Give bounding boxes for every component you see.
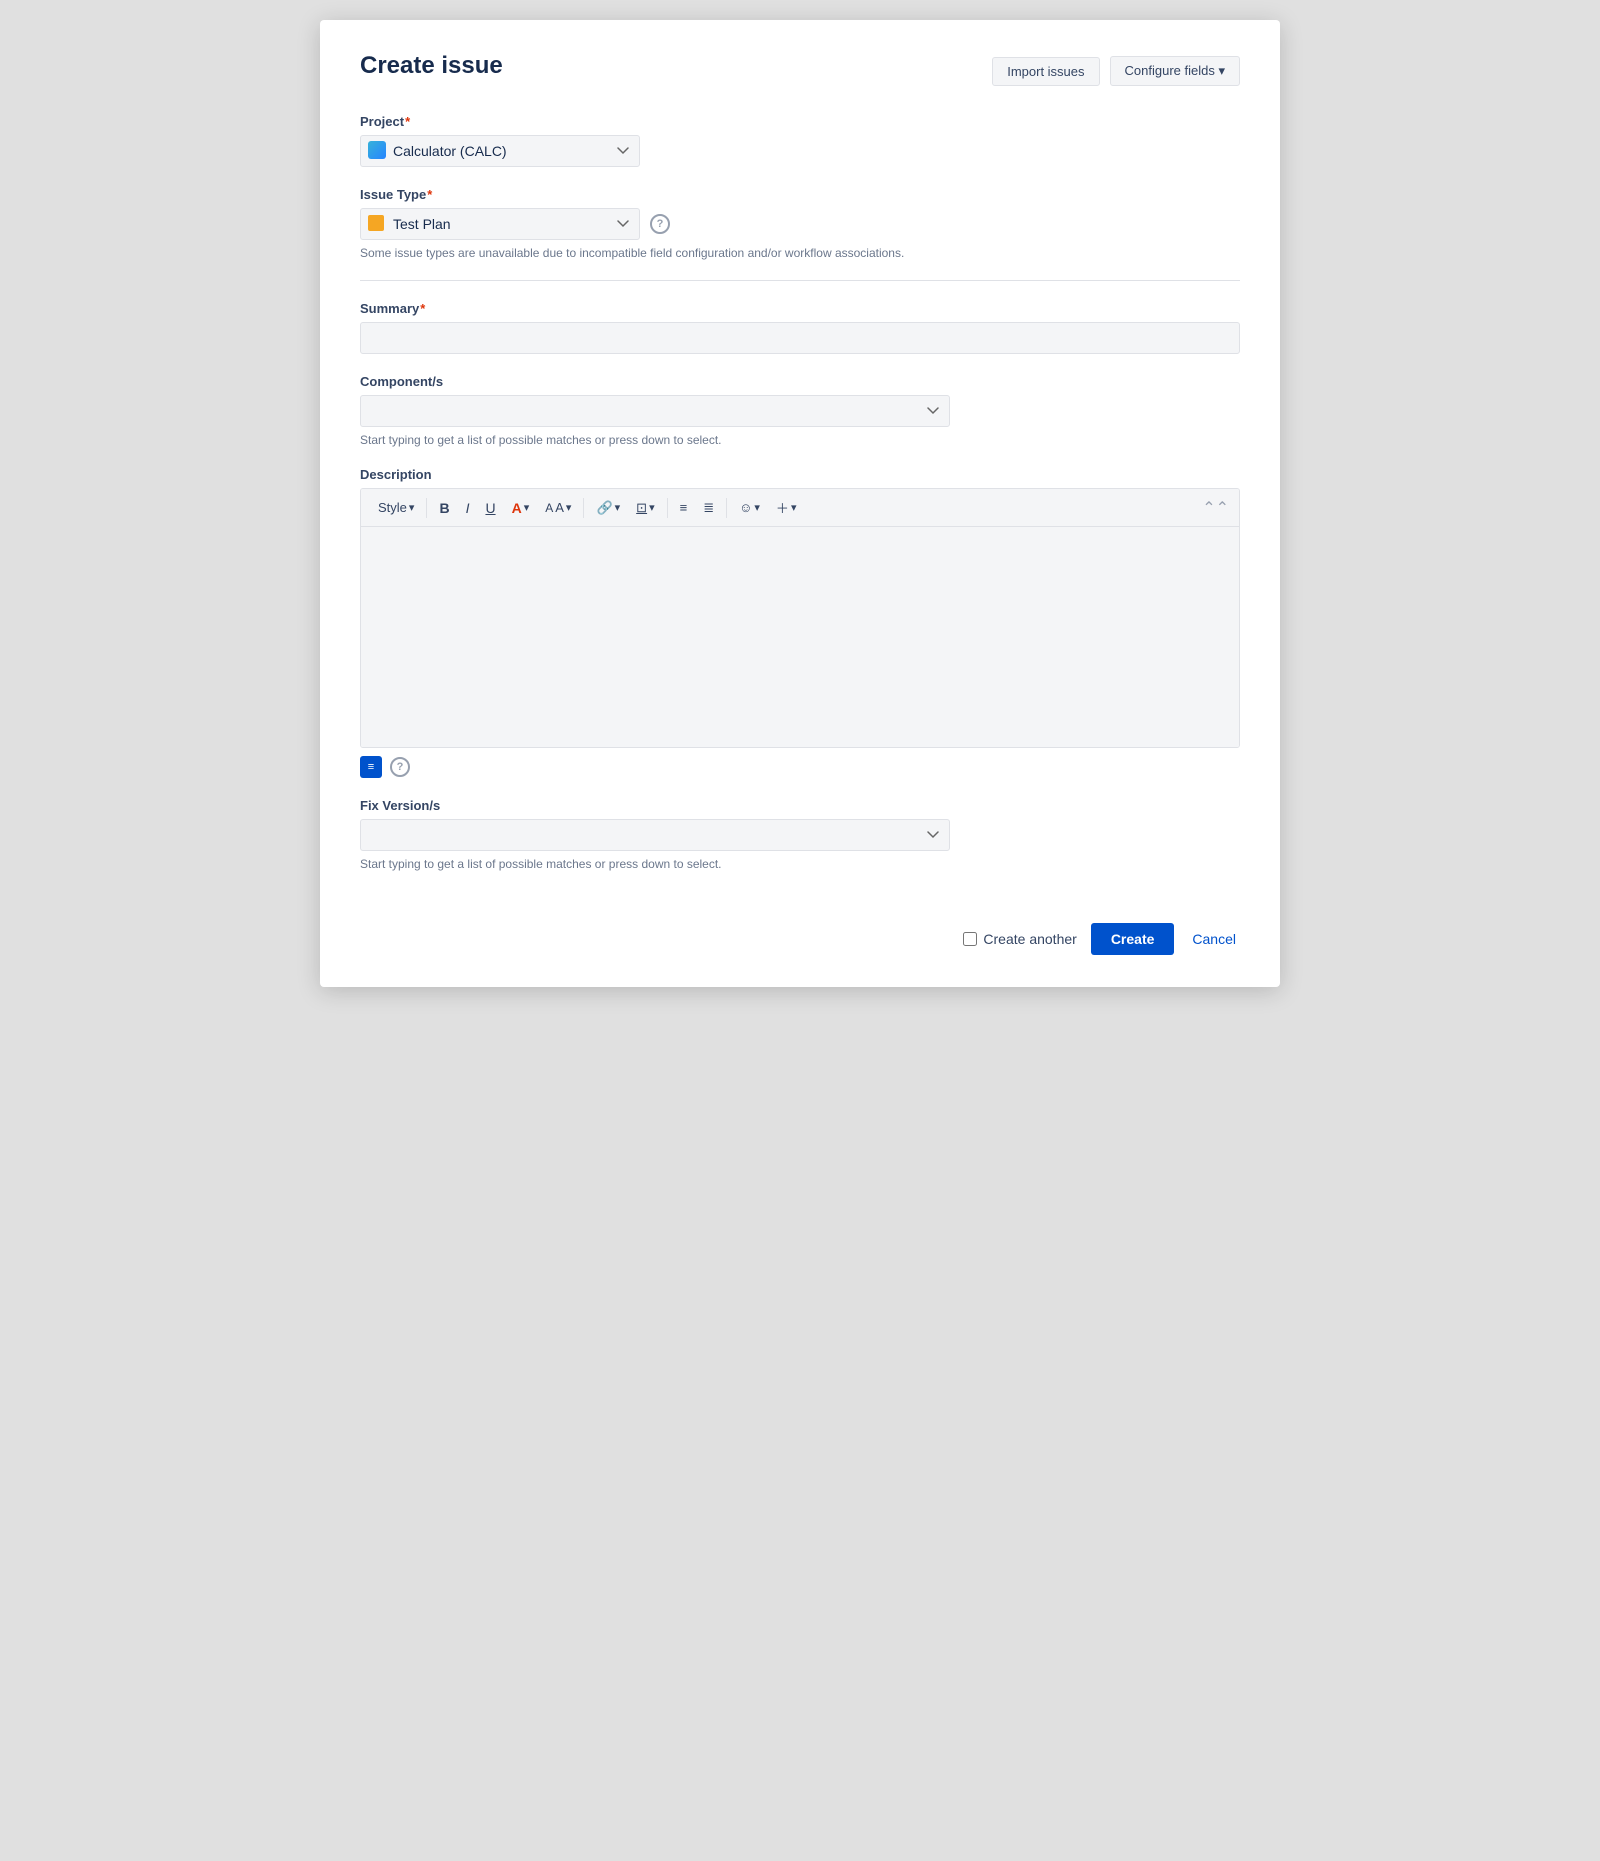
create-issue-modal: Create issue Import issues Configure fie… xyxy=(320,20,1280,987)
modal-header: Create issue Import issues Configure fie… xyxy=(360,52,1240,86)
toolbar-emoji-button[interactable]: ☺ ▾ xyxy=(732,497,767,518)
project-field-section: Project* Calculator (CALC) xyxy=(360,114,1240,167)
emoji-chevron-icon: ▾ xyxy=(754,501,760,514)
project-required-star: * xyxy=(405,114,410,129)
toolbar-separator-3 xyxy=(667,498,668,518)
emoji-icon: ☺ xyxy=(739,500,752,515)
description-field-section: Description Style ▾ B I U A ▾ AA ▾ xyxy=(360,467,1240,778)
toolbar-underline-button[interactable]: U xyxy=(478,497,502,519)
cancel-button[interactable]: Cancel xyxy=(1188,923,1240,955)
issue-type-help-text: Some issue types are unavailable due to … xyxy=(360,246,1240,260)
issue-type-label: Issue Type* xyxy=(360,187,1240,202)
issue-type-help-icon[interactable]: ? xyxy=(650,214,670,234)
description-editor: Style ▾ B I U A ▾ AA ▾ 🔗 ▾ xyxy=(360,488,1240,748)
project-select-wrapper: Calculator (CALC) xyxy=(360,135,640,167)
toolbar-italic-button[interactable]: I xyxy=(459,497,477,519)
issue-type-field-section: Issue Type* Test Plan ? Some issue types… xyxy=(360,187,1240,260)
link-icon: 🔗 xyxy=(596,500,612,516)
description-editor-body[interactable] xyxy=(361,527,1239,747)
description-help-icon[interactable]: ? xyxy=(390,757,410,777)
doc-icon: ≡ xyxy=(360,756,382,778)
color-chevron-icon: ▾ xyxy=(524,501,530,514)
toolbar-table-button[interactable]: ⊡ ▾ xyxy=(629,497,661,519)
project-select[interactable]: Calculator (CALC) xyxy=(360,135,640,167)
issue-type-required-star: * xyxy=(427,187,432,202)
create-another-checkbox[interactable] xyxy=(963,932,977,946)
component-field-section: Component/s Start typing to get a list o… xyxy=(360,374,1240,447)
toolbar-text-color-button[interactable]: A ▾ xyxy=(505,497,537,519)
fix-version-field-section: Fix Version/s Start typing to get a list… xyxy=(360,798,1240,871)
editor-expand-icon[interactable]: ⌃⌃ xyxy=(1202,498,1229,518)
create-another-label[interactable]: Create another xyxy=(963,931,1076,947)
toolbar-numbered-list-button[interactable]: ≣ xyxy=(696,497,721,519)
description-below: ≡ ? xyxy=(360,756,1240,778)
toolbar-color-a-icon: A xyxy=(512,500,522,516)
style-chevron-icon: ▾ xyxy=(409,501,415,514)
description-label: Description xyxy=(360,467,1240,482)
toolbar-insert-button[interactable]: ＋ ▾ xyxy=(769,495,804,520)
create-button[interactable]: Create xyxy=(1091,923,1175,955)
configure-fields-button[interactable]: Configure fields ▾ xyxy=(1110,56,1240,86)
summary-label: Summary* xyxy=(360,301,1240,316)
summary-required-star: * xyxy=(420,301,425,316)
toolbar-font-size-button[interactable]: AA ▾ xyxy=(538,497,578,518)
insert-chevron-icon: ▾ xyxy=(791,501,797,514)
modal-title: Create issue xyxy=(360,52,503,80)
issue-type-select[interactable]: Test Plan xyxy=(360,208,640,240)
issue-type-wrapper: Test Plan ? xyxy=(360,208,1240,240)
link-chevron-icon: ▾ xyxy=(615,501,621,514)
fix-version-select[interactable] xyxy=(360,819,950,851)
component-label: Component/s xyxy=(360,374,1240,389)
form-footer: Create another Create Cancel xyxy=(360,903,1240,955)
component-hint: Start typing to get a list of possible m… xyxy=(360,433,1240,447)
toolbar-link-button[interactable]: 🔗 ▾ xyxy=(589,497,627,519)
project-label: Project* xyxy=(360,114,1240,129)
section-divider xyxy=(360,280,1240,281)
import-issues-button[interactable]: Import issues xyxy=(992,57,1099,86)
fontsize-chevron-icon: ▾ xyxy=(566,501,572,514)
fix-version-label: Fix Version/s xyxy=(360,798,1240,813)
toolbar-separator-4 xyxy=(726,498,727,518)
toolbar-separator-2 xyxy=(583,498,584,518)
insert-plus-icon: ＋ xyxy=(776,498,789,517)
summary-input[interactable] xyxy=(360,322,1240,354)
toolbar-bullet-list-button[interactable]: ≡ xyxy=(673,497,695,518)
toolbar-style-button[interactable]: Style ▾ xyxy=(371,497,421,518)
header-actions: Import issues Configure fields ▾ xyxy=(992,56,1240,86)
numbered-list-icon: ≣ xyxy=(703,500,714,516)
summary-field-section: Summary* xyxy=(360,301,1240,354)
fix-version-hint: Start typing to get a list of possible m… xyxy=(360,857,1240,871)
table-chevron-icon: ▾ xyxy=(649,501,655,514)
component-select[interactable] xyxy=(360,395,950,427)
toolbar-bold-button[interactable]: B xyxy=(432,497,456,519)
editor-toolbar: Style ▾ B I U A ▾ AA ▾ 🔗 ▾ xyxy=(361,489,1239,527)
toolbar-separator-1 xyxy=(426,498,427,518)
issue-type-select-wrapper: Test Plan xyxy=(360,208,640,240)
table-icon: ⊡ xyxy=(636,500,647,516)
bullet-list-icon: ≡ xyxy=(680,500,688,515)
